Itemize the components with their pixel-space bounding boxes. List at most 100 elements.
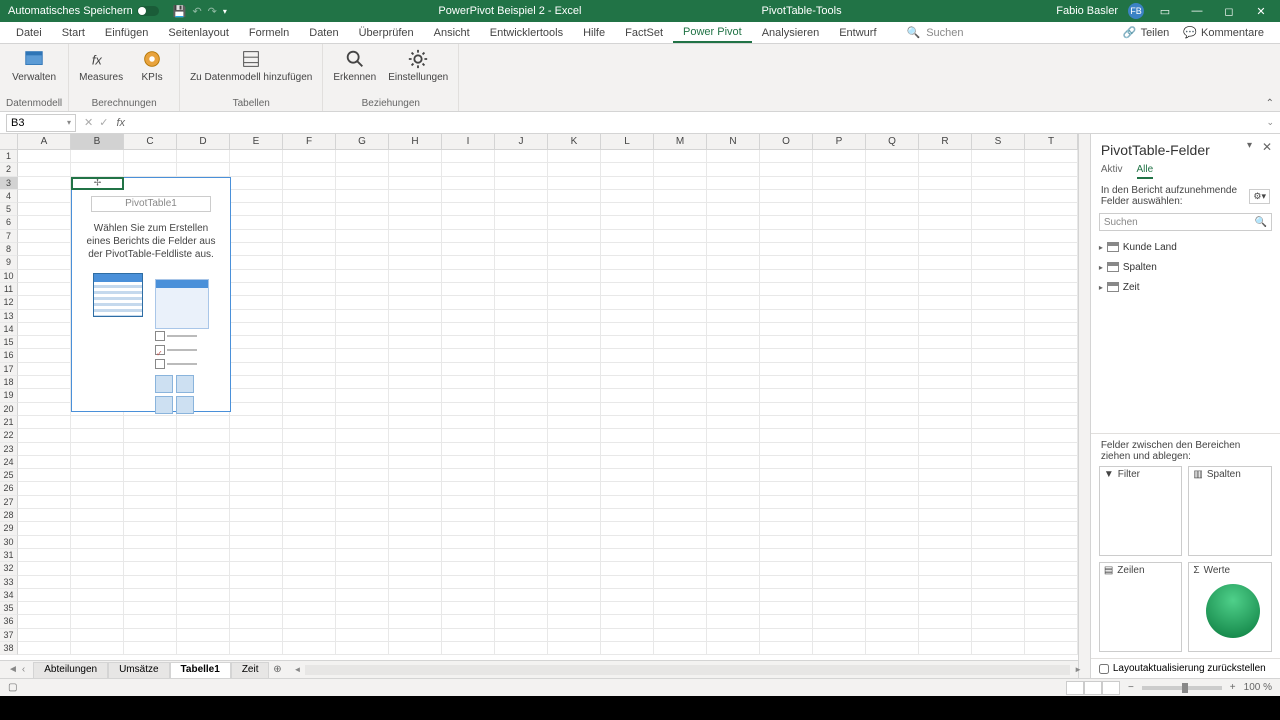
cell[interactable] (972, 602, 1025, 615)
cell[interactable] (601, 203, 654, 216)
cell[interactable] (707, 310, 760, 323)
cell[interactable] (760, 163, 813, 176)
cell[interactable] (654, 456, 707, 469)
cell[interactable] (866, 429, 919, 442)
cell[interactable] (336, 496, 389, 509)
cell[interactable] (707, 416, 760, 429)
fx-icon[interactable]: fx (116, 117, 125, 129)
cell[interactable] (71, 482, 124, 495)
cell[interactable] (866, 416, 919, 429)
cell[interactable] (548, 615, 601, 628)
cell[interactable] (18, 576, 71, 589)
cell[interactable] (389, 602, 442, 615)
cell[interactable] (919, 243, 972, 256)
tab-seitenlayout[interactable]: Seitenlayout (158, 22, 239, 43)
cell[interactable] (866, 323, 919, 336)
cell[interactable] (442, 615, 495, 628)
cell[interactable] (71, 469, 124, 482)
cell[interactable] (866, 602, 919, 615)
cell[interactable] (177, 469, 230, 482)
comments-button[interactable]: 💬Kommentare (1183, 26, 1264, 39)
tab-hilfe[interactable]: Hilfe (573, 22, 615, 43)
collapse-ribbon-icon[interactable]: ⌃ (1266, 98, 1274, 109)
cell[interactable] (442, 283, 495, 296)
cell[interactable] (601, 469, 654, 482)
cell[interactable] (336, 602, 389, 615)
cell[interactable] (972, 283, 1025, 296)
cell[interactable] (919, 602, 972, 615)
cell[interactable] (442, 163, 495, 176)
cell[interactable] (654, 536, 707, 549)
cell[interactable] (336, 177, 389, 190)
cell[interactable] (124, 522, 177, 535)
cell[interactable] (919, 629, 972, 642)
cell[interactable] (1025, 363, 1078, 376)
cell[interactable] (548, 163, 601, 176)
row-header[interactable]: 36 (0, 615, 18, 628)
cell[interactable] (548, 589, 601, 602)
cell[interactable] (654, 469, 707, 482)
cell[interactable] (18, 349, 71, 362)
cell[interactable] (283, 589, 336, 602)
cell[interactable] (972, 549, 1025, 562)
tab-start[interactable]: Start (52, 22, 95, 43)
cell[interactable] (1025, 562, 1078, 575)
cell[interactable] (654, 270, 707, 283)
cell[interactable] (442, 536, 495, 549)
cell[interactable] (124, 576, 177, 589)
cell[interactable] (813, 509, 866, 522)
cell[interactable] (972, 230, 1025, 243)
cell[interactable] (601, 443, 654, 456)
row-header[interactable]: 31 (0, 549, 18, 562)
cell[interactable] (177, 615, 230, 628)
cell[interactable] (760, 323, 813, 336)
row-header[interactable]: 26 (0, 482, 18, 495)
cell[interactable] (18, 589, 71, 602)
cell[interactable] (177, 549, 230, 562)
cell[interactable] (707, 509, 760, 522)
cell[interactable] (1025, 469, 1078, 482)
cell[interactable] (866, 363, 919, 376)
cell[interactable] (495, 270, 548, 283)
cell[interactable] (495, 443, 548, 456)
cell[interactable] (336, 482, 389, 495)
cell[interactable] (1025, 243, 1078, 256)
row-header[interactable]: 7 (0, 230, 18, 243)
cell[interactable] (654, 615, 707, 628)
cell[interactable] (71, 549, 124, 562)
cell[interactable] (972, 389, 1025, 402)
cell[interactable] (654, 216, 707, 229)
cell[interactable] (389, 403, 442, 416)
cell[interactable] (548, 296, 601, 309)
row-header[interactable]: 38 (0, 642, 18, 655)
row-header[interactable]: 16 (0, 349, 18, 362)
cell[interactable] (1025, 443, 1078, 456)
cell[interactable] (177, 629, 230, 642)
cell[interactable] (442, 642, 495, 655)
cell[interactable] (389, 256, 442, 269)
column-header[interactable]: P (813, 134, 866, 149)
cell[interactable] (1025, 403, 1078, 416)
cell[interactable] (548, 403, 601, 416)
cell[interactable] (124, 629, 177, 642)
cell[interactable] (230, 150, 283, 163)
cell[interactable] (283, 469, 336, 482)
cell[interactable] (813, 150, 866, 163)
column-header[interactable]: N (707, 134, 760, 149)
cell[interactable] (230, 443, 283, 456)
expand-icon[interactable]: ▸ (1099, 243, 1103, 252)
cell[interactable] (18, 203, 71, 216)
cell[interactable] (442, 177, 495, 190)
cell[interactable] (230, 496, 283, 509)
cell[interactable] (707, 190, 760, 203)
cell[interactable] (230, 416, 283, 429)
erkennen-button[interactable]: Erkennen (329, 46, 380, 85)
cell[interactable] (548, 549, 601, 562)
cell[interactable] (707, 389, 760, 402)
cell[interactable] (336, 349, 389, 362)
cell[interactable] (972, 190, 1025, 203)
cell[interactable] (813, 589, 866, 602)
cell[interactable] (919, 203, 972, 216)
cell[interactable] (389, 310, 442, 323)
cell[interactable] (442, 456, 495, 469)
